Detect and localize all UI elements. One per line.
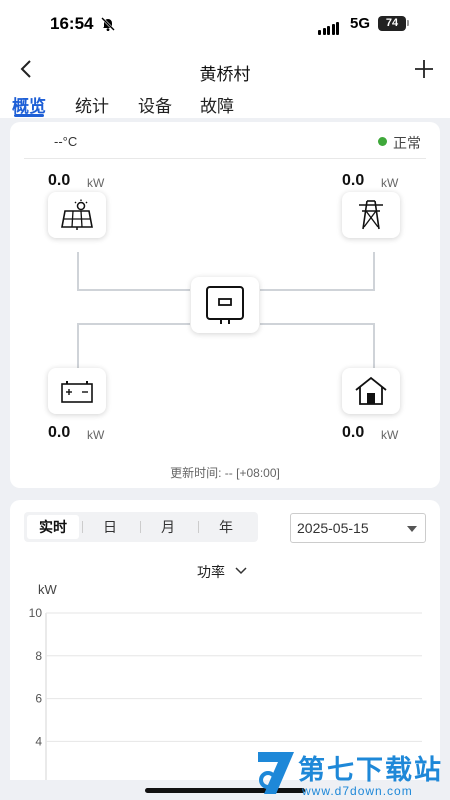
tab-statistics[interactable]: 统计 [75, 92, 109, 117]
inverter-icon [206, 286, 244, 324]
y-tick-label: 8 [35, 649, 42, 663]
battery-power-value: 0.0 [48, 424, 71, 441]
network-label: 5G [350, 15, 371, 32]
update-time: 更新时间: -- [+08:00] [170, 466, 280, 480]
inverter-node[interactable] [191, 277, 259, 333]
signal-icon [318, 17, 341, 35]
watermark-text: 第七下载站 [298, 755, 443, 785]
load-power-unit: kW [381, 428, 399, 442]
power-chart: 10 8 6 4 [29, 606, 422, 780]
solar-panel-icon [61, 199, 93, 230]
y-tick-label: 4 [35, 734, 42, 748]
chart-card: 实时 日 月 年 2025-05-15 功率 kW 10 8 6 4 [10, 500, 440, 780]
status-bar: 16:54 5G 74 [0, 0, 450, 48]
status-time: 16:54 [50, 14, 94, 33]
battery-power-unit: kW [87, 428, 105, 442]
watermark: 第七下载站 www.d7down.com [254, 748, 450, 800]
battery-node[interactable] [48, 368, 106, 414]
y-tick-label: 6 [35, 692, 42, 706]
tab-faults[interactable]: 故障 [200, 92, 234, 117]
grid-node[interactable] [342, 192, 400, 238]
watermark-url: www.d7down.com [302, 784, 413, 798]
energy-flow-card: --°C 正常 0.0 kW 0.0 kW 0.0 kW 0.0 kW 更新时间… [10, 122, 440, 488]
battery-icon [61, 381, 93, 403]
home-icon [355, 376, 387, 405]
grid-power-unit: kW [381, 176, 399, 190]
pv-power-value: 0.0 [48, 172, 71, 189]
tab-underline [14, 114, 44, 117]
battery-cap [407, 20, 409, 26]
power-tower-icon [359, 200, 383, 230]
tab-bar: 概览 统计 设备 故障 [0, 90, 450, 118]
y-tick-label: 10 [29, 606, 43, 620]
battery-indicator: 74 [378, 16, 406, 31]
nav-bar: 黄桥村 [0, 48, 450, 90]
grid-power-value: 0.0 [342, 172, 365, 189]
load-node[interactable] [342, 368, 400, 414]
add-icon[interactable] [413, 58, 435, 80]
pv-node[interactable] [48, 192, 106, 238]
watermark-logo-icon [258, 752, 294, 794]
page-title: 黄桥村 [199, 65, 251, 84]
bell-muted-icon [101, 17, 115, 31]
load-power-value: 0.0 [342, 424, 365, 441]
tab-devices[interactable]: 设备 [138, 92, 172, 117]
pv-power-unit: kW [87, 176, 105, 190]
